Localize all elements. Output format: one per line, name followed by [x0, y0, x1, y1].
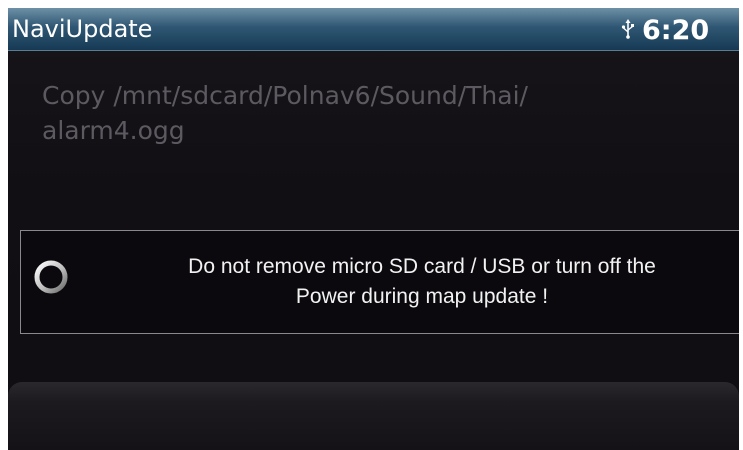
- spinner-icon: [32, 258, 70, 296]
- title-bar: NaviUpdate 6:20: [8, 8, 739, 51]
- navi-update-screen: NaviUpdate 6:20 Copy /mnt/sdcard/Polnav6…: [8, 8, 739, 450]
- warning-message: Do not remove micro SD card / USB or tur…: [188, 255, 656, 308]
- copy-status-line-2: alarm4.ogg: [42, 116, 185, 145]
- warning-panel: Do not remove micro SD card / USB or tur…: [20, 230, 739, 334]
- app-title: NaviUpdate: [12, 15, 153, 43]
- copy-status: Copy /mnt/sdcard/Polnav6/Sound/Thai/ ala…: [42, 78, 692, 148]
- clock: 6:20: [642, 15, 710, 46]
- bottom-bar: [8, 382, 739, 450]
- copy-status-line-1: Copy /mnt/sdcard/Polnav6/Sound/Thai/: [42, 81, 528, 110]
- usb-icon: [621, 19, 635, 39]
